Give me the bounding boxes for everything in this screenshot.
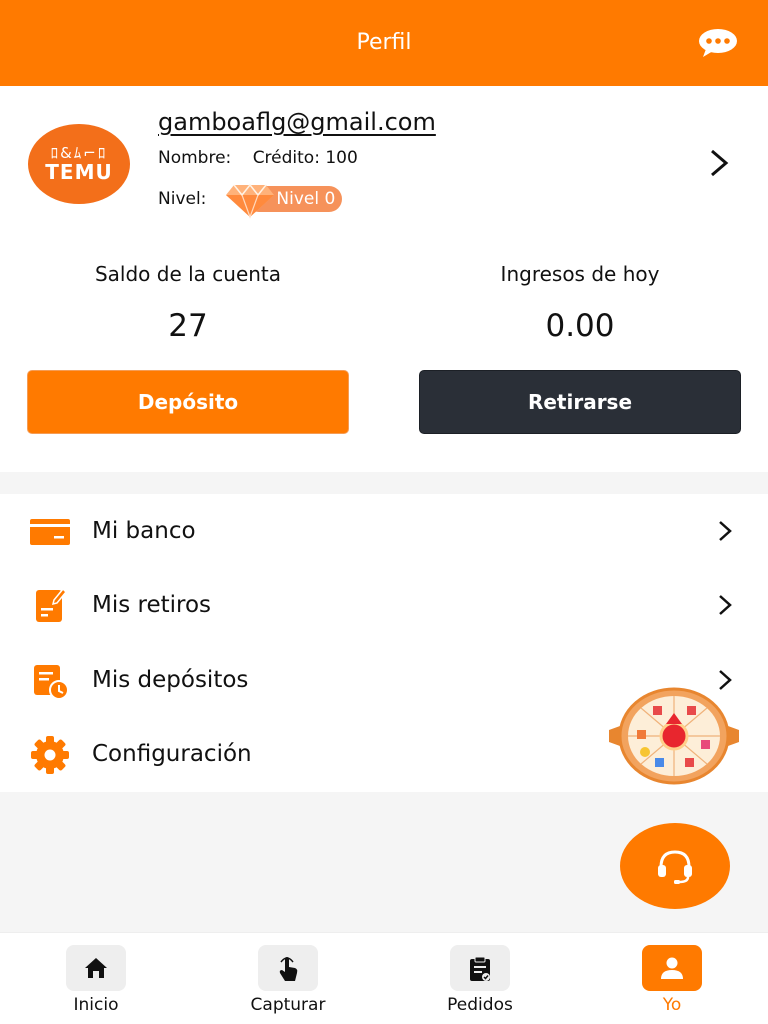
tab-label-pedidos: Pedidos (447, 995, 513, 1015)
tab-icon-container (66, 945, 126, 991)
profile-card: ﾛ&ﾑ⌐ﾛ TEMU gamboaflg@gmail.com Nombre: C… (0, 86, 768, 472)
bank-card-icon (30, 519, 70, 545)
tap-hand-icon (279, 957, 298, 981)
tab-capturar[interactable]: Capturar (192, 933, 384, 1024)
user-email[interactable]: gamboaflg@gmail.com (158, 108, 436, 136)
tab-icon-container (642, 945, 702, 991)
chevron-right-icon[interactable] (708, 148, 730, 178)
tab-label-inicio: Inicio (73, 995, 119, 1015)
settings-gear-icon (31, 736, 69, 774)
credit-label: Crédito: 100 (252, 148, 358, 168)
menu-label-withdrawals: Mis retiros (92, 592, 212, 618)
page-title: Perfil (356, 30, 412, 55)
menu-label-settings: Configuración (92, 741, 252, 767)
user-info-row: Nombre: Crédito: 100 (158, 148, 358, 168)
bottom-tab-bar: Inicio Capturar Pedidos Yo (0, 932, 768, 1024)
level-label: Nivel: (158, 189, 207, 209)
deposit-button[interactable]: Depósito (28, 371, 348, 433)
withdrawals-icon (36, 587, 68, 622)
chevron-right-icon (719, 521, 732, 541)
income-value: 0.00 (545, 308, 615, 344)
avatar[interactable]: ﾛ&ﾑ⌐ﾛ TEMU (28, 124, 130, 204)
menu-item-bank[interactable]: Mi banco (0, 494, 768, 568)
prize-wheel-icon[interactable] (603, 686, 745, 786)
diamond-icon (226, 183, 275, 219)
user-icon (661, 957, 683, 979)
header-bar: Perfil (0, 0, 768, 86)
level-badge: Nivel 0 (224, 183, 343, 219)
menu-label-bank: Mi banco (92, 518, 196, 544)
tab-yo[interactable]: Yo (576, 933, 768, 1024)
tab-label-yo: Yo (662, 995, 682, 1015)
deposits-icon (34, 665, 69, 700)
level-row: Nivel: Nivel 0 (158, 182, 343, 219)
menu-item-withdrawals[interactable]: Mis retiros (0, 568, 768, 642)
balance-value: 27 (168, 308, 208, 344)
tab-pedidos[interactable]: Pedidos (384, 933, 576, 1024)
balance-label: Saldo de la cuenta (94, 262, 282, 286)
customer-support-button[interactable] (620, 823, 730, 909)
tab-inicio[interactable]: Inicio (0, 933, 192, 1024)
chat-bubble-icon[interactable] (698, 28, 738, 58)
avatar-glyphs: ﾛ&ﾑ⌐ﾛ (50, 144, 108, 162)
headset-icon (658, 850, 692, 884)
menu-label-deposits: Mis depósitos (92, 667, 249, 693)
tab-label-capturar: Capturar (250, 995, 326, 1015)
withdraw-button[interactable]: Retirarse (420, 371, 740, 433)
income-label: Ingresos de hoy (500, 262, 660, 286)
home-icon (85, 958, 107, 978)
orders-clipboard-icon (470, 956, 490, 981)
tab-icon-container (450, 945, 510, 991)
name-label: Nombre: (158, 148, 232, 168)
tab-icon-container (258, 945, 318, 991)
chevron-right-icon (719, 595, 732, 615)
avatar-brand: TEMU (45, 160, 113, 184)
